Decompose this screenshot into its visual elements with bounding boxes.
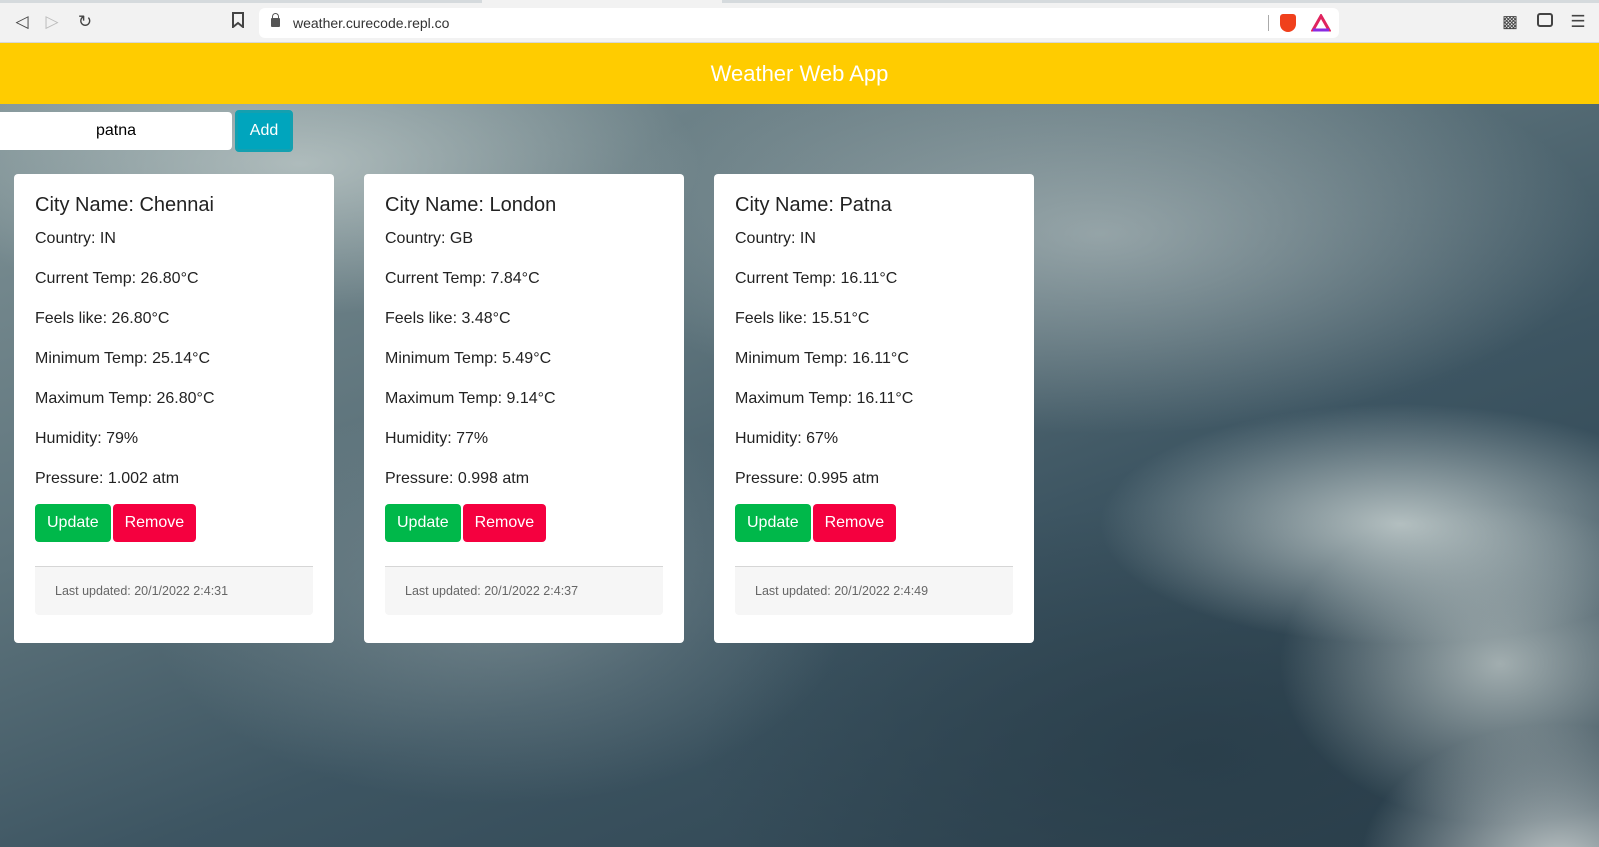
feels-like: Feels like: 15.51°C [735,310,870,327]
pressure: Pressure: 0.995 atm [735,470,880,487]
max-temp: Maximum Temp: 16.11°C [735,390,914,407]
feels-like: Feels like: 3.48°C [385,310,511,327]
brave-shield-icon[interactable] [1280,14,1296,32]
lock-icon [271,13,280,27]
last-updated: Last updated: 20/1/2022 2:4:49 [735,566,1013,615]
city-name: City Name: Patna [735,194,892,216]
weather-card: City Name: Patna Country: IN Current Tem… [714,174,1034,643]
city-name: City Name: London [385,194,557,216]
wallet-icon[interactable] [1535,12,1555,32]
update-button[interactable]: Update [385,504,461,542]
humidity: Humidity: 79% [35,430,139,447]
city-input[interactable] [0,112,232,150]
max-temp: Maximum Temp: 26.80°C [35,390,215,407]
min-temp: Minimum Temp: 16.11°C [735,350,909,367]
remove-button[interactable]: Remove [462,504,547,542]
remove-button[interactable]: Remove [812,504,897,542]
city-name: City Name: Chennai [35,194,214,216]
feels-like: Feels like: 26.80°C [35,310,170,327]
tab-strip [0,0,1599,3]
country: Country: GB [385,230,474,247]
extensions-icon[interactable]: ▩ [1500,12,1520,32]
humidity: Humidity: 77% [385,430,489,447]
add-button[interactable]: Add [235,110,293,152]
divider [1268,15,1269,31]
last-updated: Last updated: 20/1/2022 2:4:37 [385,566,663,615]
country: Country: IN [735,230,816,247]
address-bar[interactable]: weather.curecode.repl.co [259,8,1339,38]
pressure: Pressure: 1.002 atm [35,470,180,487]
current-temp: Current Temp: 16.11°C [735,270,898,287]
menu-icon[interactable]: ☰ [1568,12,1588,32]
reload-icon[interactable]: ↻ [75,12,95,32]
country: Country: IN [35,230,116,247]
last-updated: Last updated: 20/1/2022 2:4:31 [35,566,313,615]
app-header: Weather Web App [0,43,1599,104]
current-temp: Current Temp: 7.84°C [385,270,540,287]
humidity: Humidity: 67% [735,430,839,447]
bookmark-icon[interactable] [228,12,248,32]
forward-icon[interactable]: ▷ [42,12,62,32]
browser-toolbar: ◁ ▷ ↻ weather.curecode.repl.co ▩ ☰ [0,0,1599,43]
min-temp: Minimum Temp: 5.49°C [385,350,552,367]
weather-card: City Name: Chennai Country: IN Current T… [14,174,334,643]
max-temp: Maximum Temp: 9.14°C [385,390,556,407]
url-text: weather.curecode.repl.co [293,15,450,31]
current-temp: Current Temp: 26.80°C [35,270,199,287]
update-button[interactable]: Update [735,504,811,542]
update-button[interactable]: Update [35,504,111,542]
remove-button[interactable]: Remove [112,504,197,542]
weather-card: City Name: London Country: GB Current Te… [364,174,684,643]
brave-rewards-icon[interactable] [1311,14,1331,32]
pressure: Pressure: 0.998 atm [385,470,530,487]
back-icon[interactable]: ◁ [12,12,32,32]
min-temp: Minimum Temp: 25.14°C [35,350,211,367]
